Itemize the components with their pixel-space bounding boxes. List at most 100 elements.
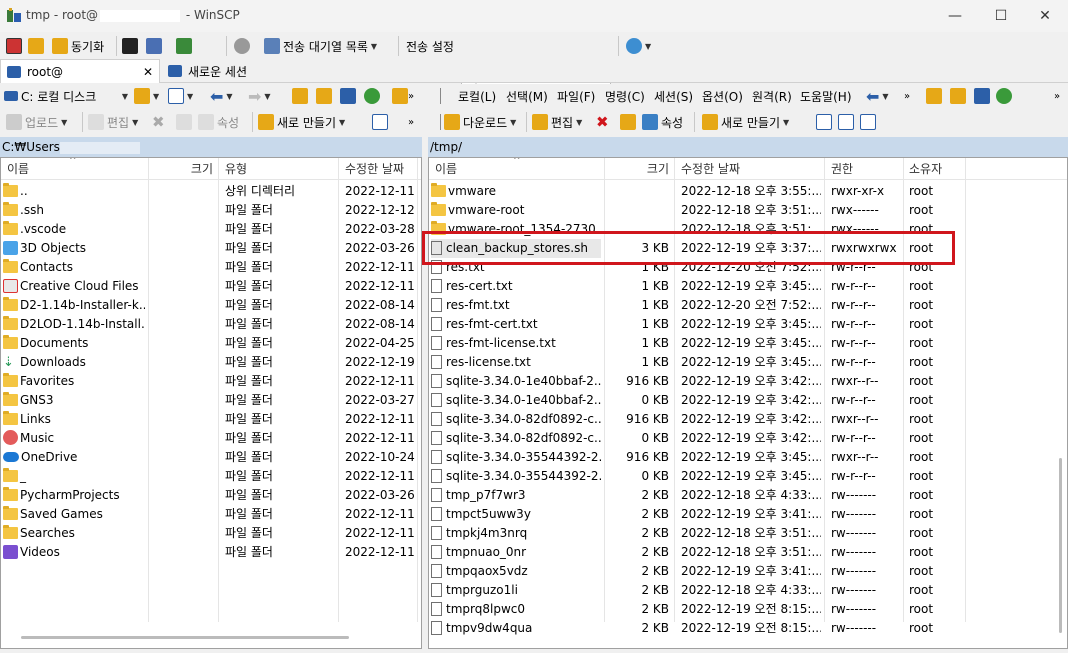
- remote-file-row[interactable]: vmware 2022-12-18 오후 3:55:... rwxr-xr-x roo…: [429, 182, 1057, 201]
- left-col-modified[interactable]: 수정한 날짜: [345, 158, 404, 180]
- remote-delete-button[interactable]: ✖: [596, 111, 609, 133]
- remote-file-row[interactable]: tmprguzo1li 2 KB 2022-12-18 오후 4:33:... rw-…: [429, 581, 1057, 600]
- terminal-button[interactable]: [122, 35, 138, 57]
- remote-file-row[interactable]: tmprq8lpwc0 2 KB 2022-12-19 오전 8:15:... rw-…: [429, 600, 1057, 619]
- local-file-row[interactable]: .vscode 파일 폴더 2022-03-28: [1, 220, 417, 239]
- local-file-row[interactable]: OneDrive 파일 폴더 2022-10-24: [1, 448, 417, 467]
- remote-file-row[interactable]: sqlite-3.34.0-1e40bbaf-2... 916 KB 2022-12…: [429, 372, 1057, 391]
- more-left-button[interactable]: »: [408, 85, 414, 107]
- remote-back-button[interactable]: ⬅ ▼: [866, 85, 889, 107]
- local-file-row[interactable]: Documents 파일 폴더 2022-04-25: [1, 334, 417, 353]
- left-properties-button[interactable]: 속성: [198, 111, 239, 133]
- back-button[interactable]: ⬅ ▼: [210, 85, 233, 107]
- remote-file-row[interactable]: sqlite-3.34.0-35544392-2... 916 KB 2022-12…: [429, 448, 1057, 467]
- more-left-action-button[interactable]: »: [408, 111, 414, 133]
- transfer-queue-button[interactable]: 전송 대기열 목록 ▼: [264, 35, 377, 57]
- local-browser-button[interactable]: [6, 35, 22, 57]
- local-file-row[interactable]: Creative Cloud Files 파일 폴더 2022-12-11: [1, 277, 417, 296]
- local-file-row[interactable]: _ 파일 폴더 2022-12-11: [1, 467, 417, 486]
- local-file-row[interactable]: GNS3 파일 폴더 2022-03-27: [1, 391, 417, 410]
- right-col-name[interactable]: 이름: [435, 158, 457, 180]
- remote-parent-button[interactable]: [926, 85, 942, 107]
- unselect-files-button[interactable]: [838, 111, 854, 133]
- synchronize-button[interactable]: 동기화: [52, 35, 104, 57]
- left-path-bar[interactable]: C:₩Users: [0, 137, 422, 157]
- remote-home-button[interactable]: [974, 85, 990, 107]
- home-button[interactable]: [340, 85, 356, 107]
- left-file-list[interactable]: 이름 ^ 크기 유형 수정한 날짜 .. 상위 디렉터리 2022-12-11 .ss…: [0, 157, 422, 649]
- remote-file-row[interactable]: res-fmt.txt 1 KB 2022-12-20 오전 7:52:... rw-…: [429, 296, 1057, 315]
- local-file-row[interactable]: .. 상위 디렉터리 2022-12-11: [1, 182, 417, 201]
- more-right2-button[interactable]: »: [1054, 85, 1060, 107]
- local-file-row[interactable]: Contacts 파일 폴더 2022-12-11: [1, 258, 417, 277]
- remote-edit-button[interactable]: 편집 ▼: [532, 111, 582, 133]
- remote-file-row[interactable]: tmpnuao_0nr 2 KB 2022-12-18 오후 3:51:... rw-…: [429, 543, 1057, 562]
- menu-session[interactable]: 세션(S): [654, 85, 693, 107]
- local-file-row[interactable]: Videos 파일 폴더 2022-12-11: [1, 543, 417, 562]
- left-col-name[interactable]: 이름: [7, 158, 29, 180]
- drive-select[interactable]: C: 로컬 디스크 ▼: [4, 86, 128, 106]
- remote-file-row[interactable]: tmpct5uww3y 2 KB 2022-12-19 오후 3:41:... rw-…: [429, 505, 1057, 524]
- right-col-modified[interactable]: 수정한 날짜: [681, 158, 740, 180]
- remote-file-row[interactable]: tmpv9dw4qua 2 KB 2022-12-19 오전 8:15:... rw-…: [429, 619, 1057, 638]
- left-select-button[interactable]: [372, 111, 388, 133]
- remote-file-row[interactable]: sqlite-3.34.0-1e40bbaf-2... 0 KB 2022-12-1…: [429, 391, 1057, 410]
- close-tab-icon[interactable]: ✕: [143, 65, 153, 79]
- open-folder-button[interactable]: ▼: [134, 85, 159, 107]
- remote-refresh-button[interactable]: [996, 85, 1012, 107]
- refresh-button[interactable]: [364, 85, 380, 107]
- menu-files[interactable]: 파일(F): [557, 85, 595, 107]
- root-dir-button[interactable]: [316, 85, 332, 107]
- menu-options[interactable]: 옵션(O): [702, 85, 743, 107]
- local-file-row[interactable]: Searches 파일 폴더 2022-12-11: [1, 524, 417, 543]
- network-button[interactable]: ▼: [626, 35, 651, 57]
- right-path-bar[interactable]: /tmp/: [428, 137, 1068, 157]
- filter-button[interactable]: ▼: [168, 85, 193, 107]
- download-button[interactable]: 다운로드 ▼: [444, 111, 516, 133]
- settings-button[interactable]: [234, 35, 250, 57]
- remote-filter-button[interactable]: [860, 111, 876, 133]
- left-edit-button[interactable]: 편집 ▼: [88, 111, 138, 133]
- local-file-row[interactable]: Links 파일 폴더 2022-12-11: [1, 410, 417, 429]
- remote-file-row[interactable]: tmp_p7f7wr3 2 KB 2022-12-18 오후 4:33:... rw-…: [429, 486, 1057, 505]
- minimize-button[interactable]: —: [932, 0, 978, 32]
- remote-file-row[interactable]: sqlite-3.34.0-82df0892-c... 0 KB 2022-12-1…: [429, 429, 1057, 448]
- more-right-button[interactable]: »: [904, 85, 910, 107]
- remote-rename-button[interactable]: [620, 111, 636, 133]
- remote-file-row[interactable]: res-cert.txt 1 KB 2022-12-19 오후 3:45:... rw…: [429, 277, 1057, 296]
- forward-button[interactable]: ➡ ▼: [248, 85, 271, 107]
- local-file-row[interactable]: D2-1.14b-Installer-k... 파일 폴더 2022-08-14: [1, 296, 417, 315]
- local-file-row[interactable]: .ssh 파일 폴더 2022-12-12: [1, 201, 417, 220]
- remote-file-row[interactable]: vmware-root 2022-12-18 오후 3:51:... rwx----…: [429, 201, 1057, 220]
- remote-file-row[interactable]: res-license.txt 1 KB 2022-12-19 오후 3:45:..…: [429, 353, 1057, 372]
- compare-dirs-button[interactable]: [28, 35, 44, 57]
- right-col-rights[interactable]: 권한: [831, 158, 853, 180]
- local-file-row[interactable]: 3D Objects 파일 폴더 2022-03-26: [1, 239, 417, 258]
- remote-file-row[interactable]: tmpqaox5vdz 2 KB 2022-12-19 오후 3:41:... rw-…: [429, 562, 1057, 581]
- select-files-button[interactable]: [816, 111, 832, 133]
- left-horizontal-scrollbar[interactable]: [21, 636, 349, 639]
- menu-remote[interactable]: 원격(R): [752, 85, 792, 107]
- close-button[interactable]: ✕: [1022, 0, 1068, 32]
- tab-new-session[interactable]: 새로운 세션: [162, 59, 253, 83]
- parent-dir-button[interactable]: [292, 85, 308, 107]
- putty-button[interactable]: [146, 35, 162, 57]
- menu-local[interactable]: 로컬(L): [458, 85, 496, 107]
- right-col-size[interactable]: 크기: [605, 158, 669, 180]
- find-button[interactable]: [392, 85, 408, 107]
- left-col-size[interactable]: 크기: [149, 158, 213, 180]
- left-col-type[interactable]: 유형: [225, 158, 247, 180]
- remote-new-button[interactable]: 새로 만들기 ▼: [702, 111, 789, 133]
- local-file-row[interactable]: D2LOD-1.14b-Install... 파일 폴더 2022-08-14: [1, 315, 417, 334]
- upload-button[interactable]: 업로드 ▼: [6, 111, 67, 133]
- remote-file-row[interactable]: res-fmt-cert.txt 1 KB 2022-12-19 오후 3:45:.…: [429, 315, 1057, 334]
- remote-root-button[interactable]: [950, 85, 966, 107]
- remote-file-row[interactable]: sqlite-3.34.0-82df0892-c... 916 KB 2022-12…: [429, 410, 1057, 429]
- remote-vertical-scrollbar[interactable]: [1059, 458, 1062, 633]
- tab-session-root[interactable]: root@ ✕: [0, 59, 160, 83]
- menu-commands[interactable]: 명령(C): [605, 85, 645, 107]
- menu-mark[interactable]: 선택(M): [506, 85, 548, 107]
- local-file-row[interactable]: PycharmProjects 파일 폴더 2022-03-26: [1, 486, 417, 505]
- preferences-button[interactable]: [176, 35, 192, 57]
- remote-properties-button[interactable]: 속성: [642, 111, 683, 133]
